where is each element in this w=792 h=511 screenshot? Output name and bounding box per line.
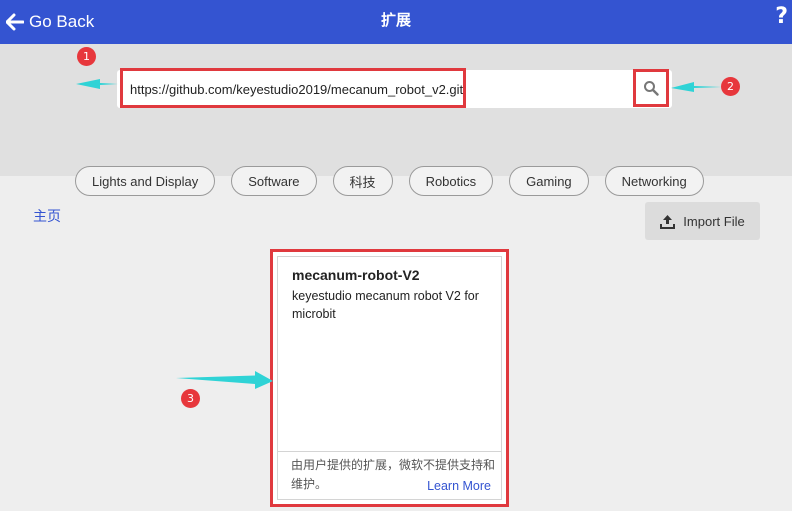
category-pill-networking[interactable]: Networking: [604, 166, 704, 196]
extension-card-body: mecanum-robot-V2 keyestudio mecanum robo…: [277, 256, 502, 500]
import-file-button[interactable]: Import File: [645, 202, 760, 240]
top-bar: Go Back 扩展 ?: [0, 0, 792, 44]
search-icon: [644, 81, 659, 96]
home-link[interactable]: 主页: [33, 206, 61, 226]
extension-title: mecanum-robot-V2: [292, 267, 420, 283]
annotation-marker-3: 3: [181, 389, 200, 408]
extension-card[interactable]: mecanum-robot-V2 keyestudio mecanum robo…: [270, 249, 509, 507]
search-panel: Lights and Display Software 科技 Robotics …: [0, 44, 792, 196]
help-icon[interactable]: ?: [775, 4, 788, 29]
annotation-arrow-3: [176, 371, 273, 389]
category-pill-gaming[interactable]: Gaming: [509, 166, 589, 196]
category-filters: Lights and Display Software 科技 Robotics …: [75, 166, 704, 196]
upload-icon: [660, 214, 676, 229]
category-pill-robotics[interactable]: Robotics: [408, 166, 494, 196]
category-pill-technology[interactable]: 科技: [332, 166, 393, 196]
extension-card-footer: 由用户提供的扩展，微软不提供支持和维护。 Learn More: [278, 451, 501, 499]
category-pill-software[interactable]: Software: [231, 166, 317, 196]
extension-description: keyestudio mecanum robot V2 for microbit: [292, 289, 479, 321]
search-input[interactable]: [124, 70, 634, 108]
learn-more-link[interactable]: Learn More: [427, 479, 491, 493]
import-file-label: Import File: [683, 213, 745, 229]
search-button[interactable]: [633, 69, 669, 107]
search-box: [117, 70, 672, 108]
annotation-marker-1: 1: [77, 47, 96, 66]
category-pill-lights-and-display[interactable]: Lights and Display: [75, 166, 216, 196]
annotation-marker-2: 2: [721, 77, 740, 96]
page-title: 扩展: [380, 11, 411, 29]
